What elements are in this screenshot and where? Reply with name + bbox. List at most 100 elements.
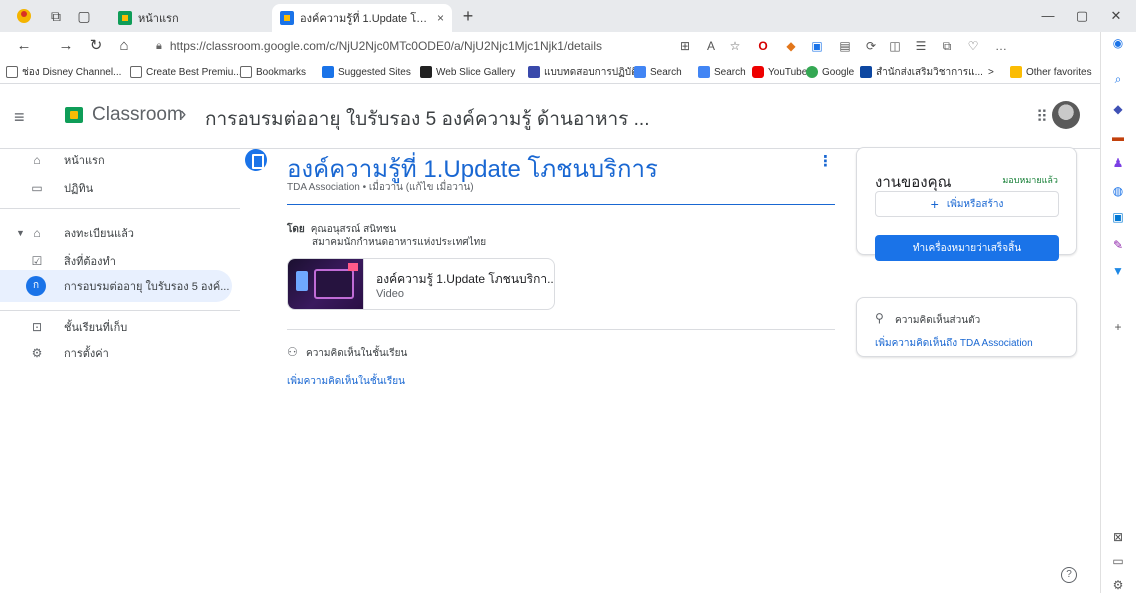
microsoft-365-icon[interactable]: ◍ [1109, 182, 1127, 200]
more-menu-icon[interactable]: … [992, 37, 1010, 55]
form-icon [528, 66, 540, 78]
workspaces-icon[interactable]: ⧉ [46, 6, 66, 26]
split-window-icon[interactable]: ◫ [886, 37, 904, 55]
attachment-type: Video [376, 288, 404, 300]
expand-caret-icon[interactable]: ▼ [16, 228, 25, 238]
tab-title: องค์ความรู้ที่ 1.Update โภชนบริการ [300, 13, 431, 25]
search-icon[interactable]: ⌕ [1109, 70, 1127, 88]
tab-actions-icon[interactable]: ▢ [74, 6, 94, 26]
hide-sidebar-icon[interactable]: ▭ [1109, 552, 1127, 570]
folder-icon [1010, 66, 1022, 78]
drop-icon[interactable]: ▼ [1109, 262, 1127, 280]
help-button[interactable]: ? [1061, 567, 1077, 583]
left-navigation: ⌂ หน้าแรก ▭ ปฏิทิน ▼ ⌂ ลงทะเบียนแล้ว ☑ ส… [0, 150, 240, 593]
bookmark-item[interactable]: ช่อง Disney Channel... [6, 64, 121, 80]
attachment-title[interactable]: องค์ความรู้ 1.Update โภชนบริกา... [376, 270, 554, 289]
post-meta: TDA Association • เมื่อวาน (แก้ไข เมื่อว… [287, 182, 474, 193]
nav-item-calendar[interactable]: ▭ ปฏิทิน [0, 172, 232, 204]
add-private-comment-link[interactable]: เพิ่มความคิดเห็นถึง TDA Association [875, 336, 1033, 351]
split-screen-icon[interactable]: ▤ [836, 37, 854, 55]
breadcrumb-course[interactable]: การอบรมต่ออายุ ใบรับรอง 5 องค์ความรู้ ด้… [205, 104, 650, 134]
author-prefix: โดย [287, 224, 305, 235]
author-organization: สมาคมนักกำหนดอาหารแห่งประเทศไทย [312, 237, 487, 248]
mark-as-done-button[interactable]: ทำเครื่องหมายว่าเสร็จสิ้น [875, 235, 1059, 261]
designer-icon[interactable]: ✎ [1109, 236, 1127, 254]
new-tab-button[interactable]: + [458, 6, 478, 26]
app-title[interactable]: Classroom [92, 104, 183, 126]
metamask-extension-icon[interactable]: ◆ [782, 37, 800, 55]
bookmark-item[interactable]: สำนักส่งเสริมวิชาการแ... [860, 64, 983, 80]
restore-button[interactable]: ▢ [1068, 6, 1096, 26]
games-icon[interactable]: ♟ [1109, 154, 1127, 172]
outlook-icon[interactable]: ▣ [1109, 208, 1127, 226]
bookmark-item[interactable]: แบบทดสอบการปฏิบัติ... [528, 64, 646, 80]
home-icon: ⌂ [33, 153, 41, 167]
bookmark-item[interactable]: Create Best Premiu... [130, 64, 242, 80]
home-icon[interactable]: ⌂ [114, 36, 134, 56]
video-thumbnail[interactable] [288, 259, 364, 309]
archive-icon: ⊡ [31, 320, 43, 334]
person-icon: ⚲ [875, 311, 884, 325]
avatar[interactable] [1052, 101, 1080, 129]
app-header: ≡ Classroom › การอบรมต่ออายุ ใบรับรอง 5 … [0, 85, 1100, 149]
bookmark-item[interactable]: YouTube [752, 64, 807, 80]
bookmark-item[interactable]: Search [698, 64, 746, 80]
search-icon [634, 66, 646, 78]
bookmark-item[interactable]: Google [806, 64, 854, 80]
tab-home[interactable]: หน้าแรก [110, 4, 270, 32]
class-comments-label: ความคิดเห็นในชั้นเรียน [306, 348, 408, 359]
shopping-icon[interactable]: ▬ [1109, 128, 1127, 146]
copilot-icon[interactable]: ◉ [1109, 34, 1127, 52]
favorites-list-icon[interactable]: ☰ [912, 37, 930, 55]
tab-title: หน้าแรก [138, 13, 179, 25]
bookmark-item[interactable]: Search [634, 64, 682, 80]
lock-icon: 🔒︎ [156, 39, 162, 52]
url-text: https://classroom.google.com/c/NjU2Njc0M… [169, 39, 603, 53]
bookmarks-overflow-button[interactable]: > [988, 64, 994, 80]
todo-list-icon: ☑ [31, 254, 43, 268]
google-apps-icon[interactable]: ⠿ [1036, 107, 1048, 127]
classroom-logo-icon[interactable] [65, 107, 83, 123]
tab-close-icon[interactable]: × [437, 11, 444, 25]
add-or-create-button[interactable]: + เพิ่มหรือสร้าง [875, 191, 1059, 217]
address-bar[interactable]: 🔒︎ https://classroom.google.com/c/NjU2Nj… [156, 35, 666, 57]
classroom-favicon-icon [118, 11, 132, 25]
page-icon [240, 66, 252, 78]
collections-icon[interactable]: ⧉ [938, 37, 956, 55]
nav-item-course[interactable]: ก การอบรมต่ออายุ ใบรับรอง 5 องค์... [0, 270, 232, 302]
classroom-favicon-icon [280, 11, 294, 25]
tag-icon[interactable]: ◆ [1109, 100, 1127, 118]
extensions-puzzle-icon[interactable]: ⟳ [862, 37, 880, 55]
browser-tab-bar: ⧉ ▢ หน้าแรก องค์ความรู้ที่ 1.Update โภชน… [0, 0, 1136, 32]
opera-extension-icon[interactable]: O [754, 37, 772, 55]
refresh-icon[interactable]: ↻ [86, 36, 106, 56]
app-available-icon[interactable]: ⊞ [676, 37, 694, 55]
profile-icon[interactable] [14, 6, 34, 26]
add-class-comment-link[interactable]: เพิ่มความคิดเห็นในชั้นเรียน [287, 374, 405, 389]
browser-toolbar: ← → ↻ ⌂ 🔒︎ https://classroom.google.com/… [0, 32, 1136, 60]
minimize-button[interactable]: — [1034, 6, 1062, 26]
tab-current[interactable]: องค์ความรู้ที่ 1.Update โภชนบริการ × [272, 4, 452, 32]
favorite-star-icon[interactable]: ☆ [726, 37, 744, 55]
other-favorites[interactable]: Other favorites [1010, 64, 1092, 80]
course-initial-badge: ก [26, 276, 46, 296]
close-window-button[interactable]: ✕ [1102, 6, 1130, 26]
bookmark-item[interactable]: Web Slice Gallery [420, 64, 515, 80]
screenshot-icon[interactable]: ⊠ [1109, 528, 1127, 546]
more-options-icon[interactable]: ⋮ [818, 152, 833, 170]
sidebar-settings-icon[interactable]: ⚙ [1109, 576, 1127, 593]
bookmark-item[interactable]: Suggested Sites [322, 64, 411, 80]
status-badge: มอบหมายแล้ว [1002, 175, 1058, 185]
title-divider [287, 204, 835, 205]
video-attachment-card[interactable]: องค์ความรู้ 1.Update โภชนบริกา... Video [287, 258, 555, 310]
forward-arrow-icon[interactable]: → [56, 36, 76, 56]
breadcrumb-separator: › [180, 104, 187, 125]
nav-item-settings[interactable]: ⚙ การตั้งค่า [0, 337, 232, 369]
performance-icon[interactable]: ♡ [964, 37, 982, 55]
extension-icon[interactable]: ▣ [808, 37, 826, 55]
read-aloud-icon[interactable]: A [702, 37, 720, 55]
add-sidebar-app-icon[interactable]: + [1109, 318, 1127, 336]
bookmark-item[interactable]: Bookmarks [240, 64, 306, 80]
main-menu-icon[interactable]: ≡ [14, 107, 25, 128]
back-arrow-icon[interactable]: ← [14, 36, 34, 56]
